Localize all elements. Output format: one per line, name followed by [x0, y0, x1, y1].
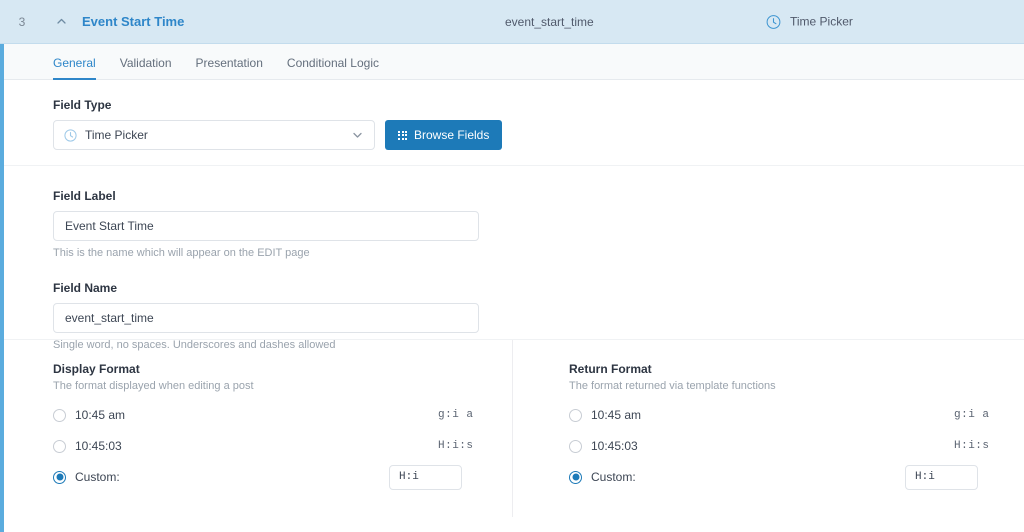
- field-tabs: General Validation Presentation Conditio…: [0, 44, 1024, 80]
- browse-fields-button[interactable]: Browse Fields: [385, 120, 503, 150]
- return-format-section: Return Format The format returned via te…: [512, 340, 1024, 517]
- option-label[interactable]: 10:45:03: [75, 439, 122, 453]
- radio-icon[interactable]: [53, 470, 66, 484]
- field-label-name-section: Field Label This is the name which will …: [0, 166, 1024, 351]
- return-format-option-2[interactable]: 10:45:03 H:i:s: [569, 434, 1024, 458]
- option-format-code: g:i a: [954, 409, 990, 421]
- field-type-select[interactable]: Time Picker: [53, 120, 375, 150]
- option-format-code: g:i a: [438, 409, 474, 421]
- option-label[interactable]: 10:45:03: [591, 439, 638, 453]
- clock-icon: [766, 14, 781, 29]
- option-label[interactable]: Custom:: [591, 470, 636, 484]
- field-header[interactable]: 3 Event Start Time event_start_time Time…: [0, 0, 1024, 44]
- option-format-code: H:i:s: [954, 440, 990, 452]
- chevron-down-icon: [351, 129, 364, 142]
- return-format-option-custom[interactable]: Custom:: [569, 464, 1024, 490]
- field-type-label: Field Type: [53, 98, 112, 112]
- clock-icon: [64, 128, 77, 142]
- radio-icon[interactable]: [53, 408, 66, 422]
- display-format-title: Display Format: [53, 362, 140, 376]
- display-format-option-2[interactable]: 10:45:03 H:i:s: [53, 434, 512, 458]
- header-field-name: event_start_time: [505, 14, 594, 29]
- tab-general[interactable]: General: [53, 56, 96, 80]
- chevron-up-icon[interactable]: [44, 15, 78, 28]
- display-format-custom-input[interactable]: [389, 464, 462, 490]
- browse-fields-label: Browse Fields: [414, 128, 490, 142]
- display-format-option-custom[interactable]: Custom:: [53, 464, 512, 490]
- field-name-label: Field Name: [53, 281, 118, 295]
- return-format-option-1[interactable]: 10:45 am g:i a: [569, 403, 1024, 427]
- tab-conditional-logic[interactable]: Conditional Logic: [287, 56, 379, 79]
- tab-presentation[interactable]: Presentation: [196, 56, 263, 79]
- field-label-hint: This is the name which will appear on th…: [53, 247, 310, 259]
- radio-icon[interactable]: [53, 439, 66, 453]
- tab-validation[interactable]: Validation: [120, 56, 172, 79]
- field-label-label: Field Label: [53, 189, 116, 203]
- radio-icon[interactable]: [569, 439, 582, 453]
- display-format-option-1[interactable]: 10:45 am g:i a: [53, 403, 512, 427]
- option-label[interactable]: 10:45 am: [75, 408, 125, 422]
- return-format-title: Return Format: [569, 362, 652, 376]
- option-label[interactable]: Custom:: [75, 470, 120, 484]
- header-field-type-label: Time Picker: [790, 14, 853, 29]
- radio-icon[interactable]: [569, 408, 582, 422]
- display-format-subtitle: The format displayed when editing a post: [53, 380, 254, 392]
- field-name-input[interactable]: [53, 303, 479, 333]
- field-type-value: Time Picker: [85, 128, 148, 142]
- format-sections: Display Format The format displayed when…: [0, 340, 1024, 517]
- field-order-number: 3: [18, 14, 26, 29]
- field-title[interactable]: Event Start Time: [82, 14, 184, 29]
- header-field-type: Time Picker: [766, 14, 853, 29]
- acf-field-editor-panel: 3 Event Start Time event_start_time Time…: [0, 0, 1024, 532]
- option-format-code: H:i:s: [438, 440, 474, 452]
- grid-icon: [398, 130, 407, 140]
- return-format-subtitle: The format returned via template functio…: [569, 380, 776, 392]
- display-format-section: Display Format The format displayed when…: [0, 362, 512, 490]
- return-format-custom-input[interactable]: [905, 464, 978, 490]
- field-label-input[interactable]: [53, 211, 479, 241]
- radio-icon[interactable]: [569, 470, 582, 484]
- option-label[interactable]: 10:45 am: [591, 408, 641, 422]
- field-type-section: Field Type Time Picker Browse Fields: [0, 80, 1024, 166]
